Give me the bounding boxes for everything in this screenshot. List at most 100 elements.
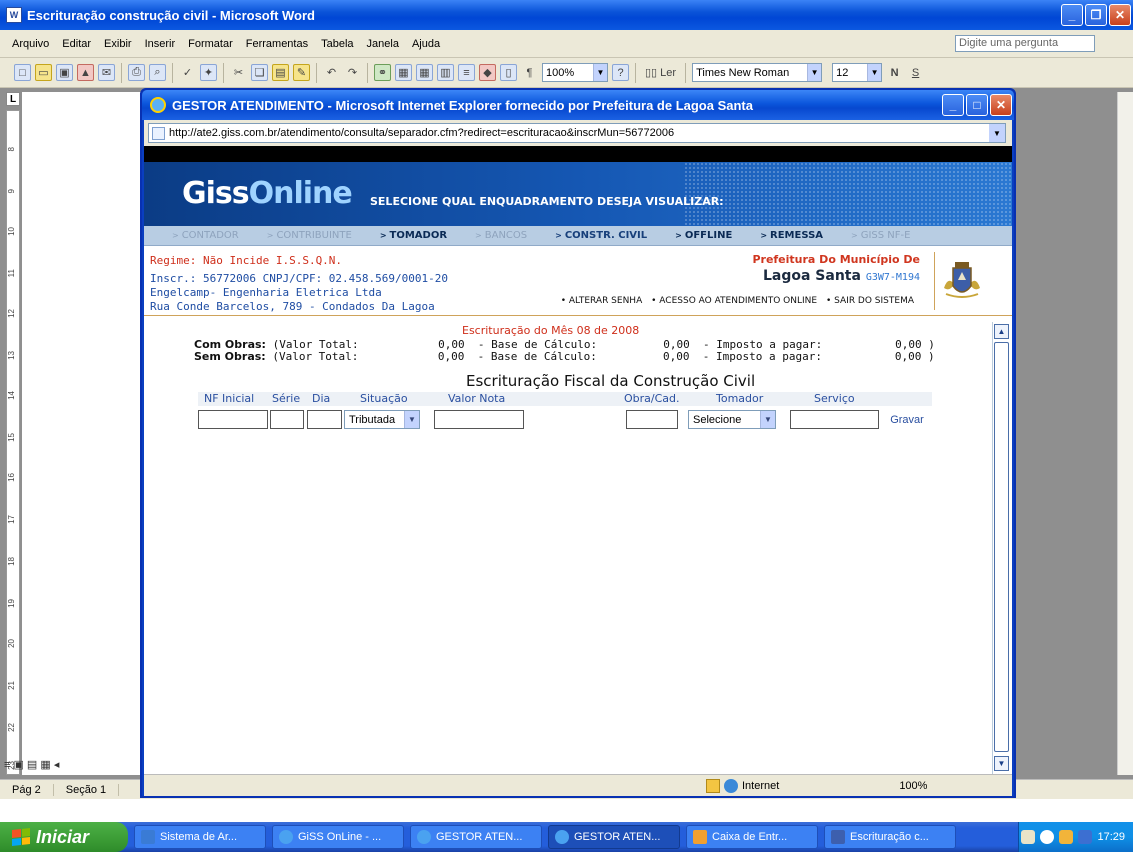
menu-editar[interactable]: Editar xyxy=(62,38,91,50)
obra-cad-input[interactable] xyxy=(626,410,678,429)
link-acesso-atendimento[interactable]: • ACESSO AO ATENDIMENTO ONLINE xyxy=(651,296,817,306)
ie-close-button[interactable]: ✕ xyxy=(990,94,1012,116)
cut-icon[interactable]: ✂ xyxy=(230,64,247,81)
permission-icon[interactable]: ▲ xyxy=(77,64,94,81)
view-buttons[interactable]: ≡ ▣ ▤ ▦ ◂ xyxy=(4,758,59,771)
font-size-select[interactable]: 12 ▼ xyxy=(832,63,883,82)
task-caixa-entrada[interactable]: Caixa de Entr... xyxy=(686,825,818,849)
document-map-icon[interactable]: ▯ xyxy=(500,64,517,81)
bold-button[interactable]: N xyxy=(886,64,903,81)
ie-minimize-button[interactable]: _ xyxy=(942,94,964,116)
columns-icon[interactable]: ≡ xyxy=(458,64,475,81)
read-button[interactable]: ▯▯ Ler xyxy=(642,64,679,81)
link-sair[interactable]: • SAIR DO SISTEMA xyxy=(826,296,914,306)
ie-title-bar[interactable]: GESTOR ATENDIMENTO - Microsoft Internet … xyxy=(142,90,1014,120)
nf-inicial-input[interactable] xyxy=(198,410,268,429)
word-vertical-scrollbar[interactable] xyxy=(1117,92,1133,775)
nav-offline[interactable]: > OFFLINE xyxy=(675,230,732,241)
underline-button[interactable]: S xyxy=(907,64,924,81)
ie-maximize-button[interactable]: □ xyxy=(966,94,988,116)
nav-giss-nfe[interactable]: > GISS NF-E xyxy=(851,230,910,241)
clock-tray-icon[interactable] xyxy=(1059,830,1074,844)
link-alterar-senha[interactable]: • ALTERAR SENHA xyxy=(561,296,643,306)
save-icon[interactable]: ▣ xyxy=(56,64,73,81)
mes-escrituracao: Escrituração do Mês 08 de 2008 xyxy=(462,324,640,337)
dia-input[interactable] xyxy=(307,410,342,429)
task-gestor-2[interactable]: GESTOR ATEN... xyxy=(548,825,680,849)
print-icon[interactable]: ⎙ xyxy=(128,64,145,81)
drawing-icon[interactable]: ◆ xyxy=(479,64,496,81)
document-page[interactable] xyxy=(22,92,148,775)
hyperlink-icon[interactable]: ⚭ xyxy=(374,64,391,81)
clock: 17:29 xyxy=(1097,831,1125,843)
network-tray-icon[interactable] xyxy=(1078,830,1093,844)
read-label: Ler xyxy=(660,66,677,79)
task-sistema[interactable]: Sistema de Ar... xyxy=(134,825,266,849)
serie-input[interactable] xyxy=(270,410,304,429)
sem-obras-label: Sem Obras: xyxy=(194,350,266,363)
security-zone: Internet xyxy=(706,778,779,793)
zoom-select[interactable]: 100% ▼ xyxy=(542,63,608,82)
close-button[interactable]: ✕ xyxy=(1109,4,1131,26)
help-tray-icon[interactable] xyxy=(1021,830,1036,844)
chevron-down-icon[interactable]: ▼ xyxy=(989,124,1005,142)
tables-borders-icon[interactable]: ▦ xyxy=(395,64,412,81)
start-label: Iniciar xyxy=(36,826,90,847)
scroll-down-icon[interactable]: ▼ xyxy=(994,756,1009,771)
task-giss-online[interactable]: GiSS OnLine - ... xyxy=(272,825,404,849)
content-scrollbar[interactable]: ▲ ▼ xyxy=(992,322,1010,774)
nav-remessa[interactable]: > REMESSA xyxy=(760,230,823,241)
redo-icon[interactable]: ↷ xyxy=(344,64,361,81)
nav-contribuinte[interactable]: > CONTRIBUINTE xyxy=(267,230,352,241)
menu-janela[interactable]: Janela xyxy=(367,38,399,50)
task-gestor-1[interactable]: GESTOR ATEN... xyxy=(410,825,542,849)
menu-formatar[interactable]: Formatar xyxy=(188,38,233,50)
format-painter-icon[interactable]: ✎ xyxy=(293,64,310,81)
nav-contador[interactable]: > CONTADOR xyxy=(172,230,239,241)
insert-table-icon[interactable]: ▦ xyxy=(416,64,433,81)
word-title-bar[interactable]: W Escrituração construção civil - Micros… xyxy=(0,0,1133,30)
tab-selector[interactable]: L xyxy=(6,92,20,106)
address-field[interactable]: http://ate2.giss.com.br/atendimento/cons… xyxy=(148,123,1006,143)
insert-excel-icon[interactable]: ▥ xyxy=(437,64,454,81)
nav-constr-civil[interactable]: > CONSTR. CIVIL xyxy=(555,230,647,241)
chevron-down-icon: ▼ xyxy=(404,411,419,428)
giss-banner: GissOnline SELECIONE QUAL ENQUADRAMENTO … xyxy=(144,162,1012,226)
page-icon xyxy=(152,126,165,140)
menu-arquivo[interactable]: Arquivo xyxy=(12,38,49,50)
menu-inserir[interactable]: Inserir xyxy=(145,38,176,50)
menu-tabela[interactable]: Tabela xyxy=(321,38,353,50)
help-icon[interactable]: ? xyxy=(612,64,629,81)
gravar-button[interactable]: Gravar xyxy=(884,410,930,429)
minimize-button[interactable]: _ xyxy=(1061,4,1083,26)
task-label: GiSS OnLine - ... xyxy=(298,831,382,843)
valor-nota-input[interactable] xyxy=(434,410,524,429)
nav-tomador[interactable]: > TOMADOR xyxy=(380,230,447,241)
print-preview-icon[interactable]: ⌕ xyxy=(149,64,166,81)
menu-exibir[interactable]: Exibir xyxy=(104,38,132,50)
research-icon[interactable]: ✦ xyxy=(200,64,217,81)
font-select[interactable]: Times New Roman ▼ xyxy=(692,63,823,82)
scroll-up-icon[interactable]: ▲ xyxy=(994,324,1009,339)
situacao-select[interactable]: Tributada ▼ xyxy=(344,410,420,429)
email-icon[interactable]: ✉ xyxy=(98,64,115,81)
spelling-icon[interactable]: ✓ xyxy=(179,64,196,81)
show-hide-icon[interactable]: ¶ xyxy=(521,64,538,81)
scroll-thumb[interactable] xyxy=(994,342,1009,752)
ie-zoom[interactable]: 100% xyxy=(899,780,927,792)
menu-ajuda[interactable]: Ajuda xyxy=(412,38,440,50)
ask-question-input[interactable]: Digite uma pergunta xyxy=(955,35,1095,52)
servico-input[interactable] xyxy=(790,410,879,429)
open-folder-icon[interactable]: ▭ xyxy=(35,64,52,81)
restore-button[interactable]: ❐ xyxy=(1085,4,1107,26)
nav-bancos[interactable]: > BANCOS xyxy=(475,230,527,241)
back-tray-icon[interactable] xyxy=(1040,830,1055,844)
task-escrituracao[interactable]: Escrituração c... xyxy=(824,825,956,849)
start-button[interactable]: Iniciar xyxy=(0,822,128,852)
new-document-icon[interactable]: □ xyxy=(14,64,31,81)
paste-icon[interactable]: ▤ xyxy=(272,64,289,81)
undo-icon[interactable]: ↶ xyxy=(323,64,340,81)
copy-icon[interactable]: ❏ xyxy=(251,64,268,81)
tomador-select[interactable]: Selecione ▼ xyxy=(688,410,776,429)
menu-ferramentas[interactable]: Ferramentas xyxy=(246,38,308,50)
